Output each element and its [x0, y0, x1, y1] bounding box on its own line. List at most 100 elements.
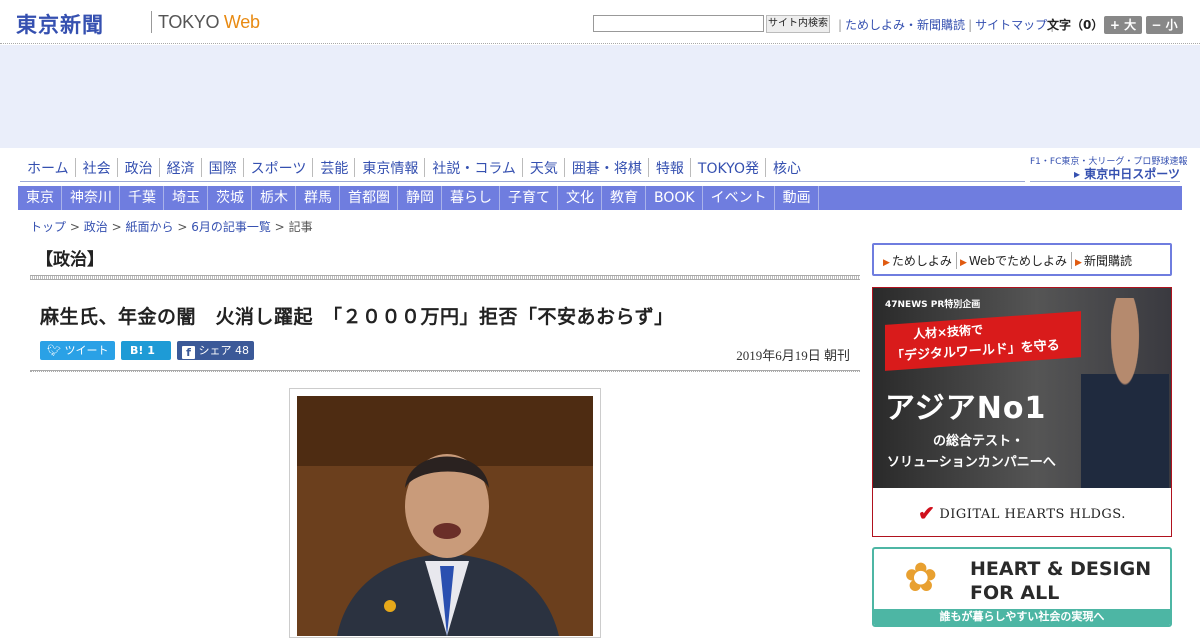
breadcrumb-current: 記事 — [288, 220, 313, 234]
nav-item-events[interactable]: イベント — [703, 186, 775, 210]
nav-region-tochigi[interactable]: 栃木 — [252, 186, 296, 210]
facebook-share-label: シェア — [198, 344, 232, 357]
site-search-button[interactable]: サイト内検索 — [766, 15, 830, 33]
facebook-icon: f — [182, 346, 195, 359]
ad-visual: 47NEWS PR特別企画 人材×技術で 「デジタルワールド」を守る アジアNo… — [873, 288, 1171, 488]
nav-item-sports[interactable]: スポーツ — [244, 158, 314, 177]
nav-item-editorial[interactable]: 社説・コラム — [425, 158, 523, 177]
trial-subscribe-link[interactable]: ためしよみ・新聞購読 — [845, 18, 965, 32]
nav-region-chiba[interactable]: 千葉 — [120, 186, 164, 210]
banner-ad-area — [0, 45, 1200, 148]
nav-item-special[interactable]: 特報 — [649, 158, 691, 177]
nav-item-culture[interactable]: 文化 — [558, 186, 602, 210]
nav-item-tokyo-info[interactable]: 東京情報 — [355, 158, 426, 177]
tweet-label: ツイート — [64, 344, 109, 357]
subscription-links: ▶ ためしよみ ▶ Webでためしよみ ▶ 新聞購読 — [872, 243, 1172, 276]
font-bigger-button[interactable]: + 大 — [1104, 16, 1142, 34]
logo-en-text: TOKYO — [158, 12, 220, 32]
article-headline: 麻生氏、年金の闇 火消し躍起 「２０００万円」拒否「不安あおらず」 — [40, 306, 674, 328]
facebook-share-count: 48 — [235, 344, 249, 357]
nav-item-book[interactable]: BOOK — [646, 186, 703, 210]
nav-region-ibaraki[interactable]: 茨城 — [208, 186, 252, 210]
nav-item-home[interactable]: ホーム — [20, 158, 76, 177]
heart-design-ad[interactable]: ✿ HEART & DESIGN FOR ALL 誰もが暮らしやすい社会の実現へ — [872, 547, 1172, 627]
nav-item-video[interactable]: 動画 — [775, 186, 819, 210]
logo-divider — [151, 11, 152, 33]
checkmark-logo-icon: ✔ — [918, 501, 936, 525]
nav-item-weather[interactable]: 天気 — [523, 158, 565, 177]
triangle-right-icon: ▶ — [959, 258, 967, 268]
breadcrumb-print[interactable]: 紙面から — [125, 220, 173, 234]
nav-item-entertainment[interactable]: 芸能 — [313, 158, 356, 177]
ad-headline: アジアNo1 — [885, 391, 1047, 426]
nav-region-metropolitan[interactable]: 首都圏 — [340, 186, 398, 210]
nav-region-kanagawa[interactable]: 神奈川 — [62, 186, 120, 210]
web-trial-read-label: Webでためしよみ — [968, 254, 1068, 268]
nav-item-tokyo-hatsu[interactable]: TOKYO発 — [691, 158, 766, 177]
regional-nav: 東京 神奈川 千葉 埼玉 茨城 栃木 群馬 首都圏 静岡 暮らし 子育て 文化 教育 BOOK イベント 動画 — [18, 186, 1182, 210]
breadcrumb-politics[interactable]: 政治 — [84, 220, 108, 234]
triangle-right-icon: ▶ — [883, 258, 890, 268]
digital-hearts-ad[interactable]: 47NEWS PR特別企画 人材×技術で 「デジタルワールド」を守る アジアNo… — [872, 287, 1172, 537]
nav-item-go-shogi[interactable]: 囲碁・将棋 — [565, 158, 649, 177]
logo-web-text: Web — [223, 12, 260, 32]
nav-region-tokyo[interactable]: 東京 — [18, 186, 62, 210]
header-links: | ためしよみ・新聞購読 | サイトマップ | — [835, 16, 1057, 33]
nav-item-education[interactable]: 教育 — [602, 186, 646, 210]
sports-link-name: ▸ 東京中日スポーツ — [1074, 167, 1180, 181]
breadcrumb-separator: > — [274, 220, 285, 234]
twitter-bird-icon: 🐦︎ — [47, 344, 61, 357]
nav-item-parenting[interactable]: 子育て — [500, 186, 558, 210]
ad-brand-name: DIGITAL HEARTS HLDGS. — [939, 507, 1126, 522]
web-trial-read-link[interactable]: ▶ Webでためしよみ — [957, 252, 1073, 269]
article-date: 2019年6月19日 朝刊 — [736, 348, 850, 363]
article-photo — [297, 396, 593, 636]
breadcrumb-separator: > — [69, 220, 80, 234]
trial-read-link[interactable]: ▶ ためしよみ — [880, 252, 957, 269]
tweet-button[interactable]: 🐦︎ ツイート — [40, 341, 115, 360]
link-separator: | — [968, 18, 973, 32]
ad2-line-1: HEART & DESIGN — [970, 558, 1152, 580]
nav-item-world[interactable]: 国際 — [202, 158, 244, 177]
breadcrumb-separator: > — [111, 220, 122, 234]
breadcrumb-top[interactable]: トップ — [30, 220, 66, 234]
ad2-line-2: FOR ALL — [970, 582, 1060, 604]
site-header: 東京新聞 TOKYO Web サイト内検索 | ためしよみ・新聞購読 | サイトマップ… — [0, 0, 1200, 44]
nav-item-society[interactable]: 社会 — [76, 158, 118, 177]
ad-person-photo — [1081, 298, 1169, 488]
nav-region-gunma[interactable]: 群馬 — [296, 186, 340, 210]
nav-item-economy[interactable]: 経済 — [160, 158, 202, 177]
trial-read-label: ためしよみ — [891, 254, 952, 268]
chunichi-sports-link[interactable]: F1・FC東京・大リーグ・プロ野球速報 ▸ 東京中日スポーツ — [1030, 154, 1187, 182]
ad-pr-label: 47NEWS PR特別企画 — [885, 300, 981, 310]
subscribe-label: 新聞購読 — [1083, 254, 1132, 268]
tokyo-web-logo[interactable]: TOKYO Web — [158, 12, 260, 33]
hatena-bookmark-button[interactable]: B! 1 — [121, 341, 171, 360]
sitemap-link[interactable]: サイトマップ — [975, 18, 1047, 32]
ad-line-3: の総合テスト・ — [933, 434, 1025, 449]
ad-line-4: ソリューションカンパニーへ — [887, 455, 1056, 470]
article-photo-frame — [289, 388, 601, 638]
article-photo-image — [297, 396, 593, 636]
site-search-input[interactable] — [593, 15, 764, 32]
site-logo[interactable]: 東京新聞 — [16, 9, 104, 39]
nav-item-kakushin[interactable]: 核心 — [766, 158, 807, 177]
ad-brand: ✔ DIGITAL HEARTS HLDGS. — [873, 501, 1171, 525]
star-flower-icon: ✿ — [904, 555, 938, 601]
triangle-right-icon: ▶ — [1075, 258, 1082, 268]
article-divider — [30, 370, 860, 372]
link-separator: | — [838, 18, 843, 32]
subscribe-link[interactable]: ▶ 新聞購読 — [1072, 252, 1136, 269]
facebook-share-button[interactable]: f シェア 48 — [177, 341, 254, 360]
breadcrumb: トップ > 政治 > 紙面から > 6月の記事一覧 > 記事 — [30, 218, 313, 235]
font-smaller-button[interactable]: − 小 — [1146, 16, 1183, 34]
breadcrumb-month-list[interactable]: 6月の記事一覧 — [191, 220, 271, 234]
main-nav: ホーム 社会 政治 経済 国際 スポーツ 芸能 東京情報 社説・コラム 天気 囲碁・将棋 特報 TOKY… — [20, 158, 1025, 182]
nav-region-saitama[interactable]: 埼玉 — [164, 186, 208, 210]
nav-item-living[interactable]: 暮らし — [442, 186, 500, 210]
category-divider — [30, 275, 860, 280]
nav-region-shizuoka[interactable]: 静岡 — [398, 186, 442, 210]
font-size-label: 文字（0） — [1047, 18, 1104, 32]
nav-item-politics[interactable]: 政治 — [118, 158, 160, 177]
ad2-tagline: 誰もが暮らしやすい社会の実現へ — [874, 609, 1170, 625]
